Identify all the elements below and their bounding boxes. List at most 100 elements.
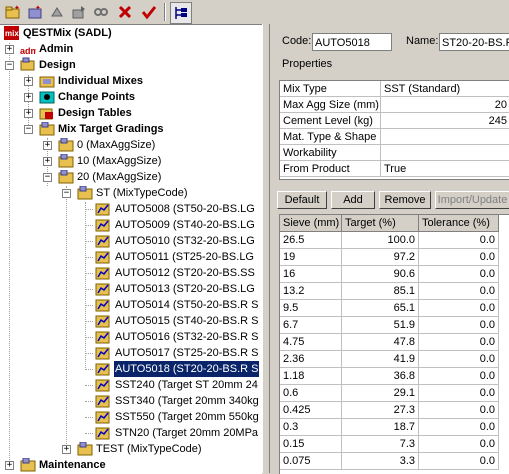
property-value[interactable]: 20 xyxy=(381,97,509,113)
mix-item-label: AUTO5010 (ST32-20-BS.LG xyxy=(115,235,255,247)
grading-cell[interactable]: 0.0 xyxy=(419,317,499,334)
collapse-icon[interactable]: − xyxy=(62,189,71,198)
grading-item-icon xyxy=(95,203,110,216)
toolbar: ✦ ✦ xyxy=(0,0,509,24)
expand-icon[interactable]: + xyxy=(43,157,52,166)
tree-item-label: Admin xyxy=(39,43,74,55)
name-field[interactable]: ST20-20-BS.R xyxy=(439,33,509,51)
grading-cell[interactable]: 18.7 xyxy=(342,419,419,436)
grading-cell[interactable]: 29.1 xyxy=(342,385,419,402)
grading-cell[interactable]: 36.8 xyxy=(342,368,419,385)
grading-grid[interactable]: Sieve (mm) Target (%) Tolerance (%) 26.5 100… xyxy=(279,214,509,474)
grading-cell[interactable]: 27.3 xyxy=(342,402,419,419)
grading-cell[interactable]: 0.0 xyxy=(419,232,499,249)
grading-cell[interactable]: 3.3 xyxy=(342,453,419,470)
delete-icon[interactable] xyxy=(115,2,135,22)
mix-item-label: AUTO5016 (ST32-20-BS.R S xyxy=(115,331,259,343)
grading-cell[interactable]: 41.9 xyxy=(342,351,419,368)
grading-cell[interactable]: 0.0 xyxy=(419,351,499,368)
grading-cell[interactable]: 0.0 xyxy=(419,334,499,351)
expand-icon[interactable]: + xyxy=(24,93,33,102)
grading-cell[interactable]: 0.0 xyxy=(419,453,499,470)
grading-cell[interactable]: 0.6 xyxy=(280,385,342,402)
grading-cell[interactable]: 0.0 xyxy=(419,436,499,453)
tree-item-label: Maintenance xyxy=(39,459,106,471)
grading-cell[interactable]: 51.9 xyxy=(342,317,419,334)
property-value[interactable]: True xyxy=(381,161,509,177)
copy-icon[interactable] xyxy=(47,2,67,22)
grading-cell[interactable]: 16 xyxy=(280,266,342,283)
mix-item-label: AUTO5013 (ST20-20-BS.LG xyxy=(115,283,255,295)
column-header[interactable]: Tolerance (%) xyxy=(419,215,499,232)
property-value[interactable]: 245 xyxy=(381,113,509,129)
mix-item-label: STN20 (Target 20mm 20MPa xyxy=(115,427,259,439)
expand-icon[interactable]: + xyxy=(5,461,14,470)
property-value[interactable]: SST (Standard) xyxy=(381,81,509,97)
new-folder-icon[interactable]: ✦ xyxy=(3,2,23,22)
remove-button[interactable]: Remove xyxy=(379,191,431,209)
grading-cell[interactable]: 47.8 xyxy=(342,334,419,351)
grading-cell[interactable]: 19 xyxy=(280,249,342,266)
mix-item-label: AUTO5012 (ST20-20-BS.SS xyxy=(115,267,255,279)
grading-cell[interactable]: 97.2 xyxy=(342,249,419,266)
expand-icon[interactable]: + xyxy=(62,445,71,454)
property-value[interactable] xyxy=(381,145,509,161)
expand-icon[interactable]: + xyxy=(43,141,52,150)
move-icon[interactable] xyxy=(69,2,89,22)
mix-item-label: AUTO5018 (ST20-20-BS.R S xyxy=(114,361,260,377)
grading-cell[interactable]: 26.5 xyxy=(280,232,342,249)
folder-icon xyxy=(77,442,93,456)
default-button[interactable]: Default xyxy=(277,191,327,209)
column-header[interactable]: Target (%) xyxy=(342,215,419,232)
grading-cell[interactable]: 7.3 xyxy=(342,436,419,453)
collapse-icon[interactable]: − xyxy=(43,173,52,182)
grading-cell[interactable]: 0.0 xyxy=(419,249,499,266)
grading-cell[interactable]: 65.1 xyxy=(342,300,419,317)
property-value[interactable] xyxy=(381,129,509,145)
link-icon[interactable] xyxy=(91,2,111,22)
grading-cell[interactable]: 6.7 xyxy=(280,317,342,334)
grading-item-icon xyxy=(95,251,110,264)
grading-cell[interactable]: 0.0 xyxy=(419,419,499,436)
check-icon[interactable] xyxy=(139,2,159,22)
column-header[interactable]: Sieve (mm) xyxy=(280,215,342,232)
grading-item-icon xyxy=(95,427,110,440)
new-item-icon[interactable]: ✦ xyxy=(25,2,45,22)
grading-cell[interactable]: 2.36 xyxy=(280,351,342,368)
grading-item-icon xyxy=(95,347,110,360)
grading-cell[interactable]: 0.0 xyxy=(419,266,499,283)
tree-view-icon[interactable] xyxy=(170,2,192,24)
grading-item-icon xyxy=(95,331,110,344)
tree-item-label: ST (MixTypeCode) xyxy=(96,187,188,199)
grading-cell[interactable]: 0.0 xyxy=(419,385,499,402)
code-field[interactable]: AUTO5018 xyxy=(312,33,392,51)
grading-cell[interactable]: 0.0 xyxy=(419,368,499,385)
grading-cell[interactable]: 13.2 xyxy=(280,283,342,300)
grading-cell[interactable]: 0.0 xyxy=(419,283,499,300)
grading-cell[interactable]: 90.6 xyxy=(342,266,419,283)
import-update-button[interactable]: Import/Update xyxy=(435,191,509,209)
expand-icon[interactable]: + xyxy=(24,77,33,86)
splitter[interactable] xyxy=(262,24,270,473)
code-label: Code: xyxy=(282,35,312,47)
collapse-icon[interactable]: − xyxy=(5,61,14,70)
add-button[interactable]: Add xyxy=(331,191,375,209)
navigation-tree[interactable]: mix QESTMix (SADL) + adm Admin − Design … xyxy=(0,24,262,474)
grading-cell[interactable]: 9.5 xyxy=(280,300,342,317)
grading-cell[interactable]: 0.3 xyxy=(280,419,342,436)
grading-cell[interactable]: 0.15 xyxy=(280,436,342,453)
grading-cell[interactable]: 0.0 xyxy=(419,402,499,419)
grading-cell[interactable]: 0.075 xyxy=(280,453,342,470)
expand-icon[interactable]: + xyxy=(24,109,33,118)
grading-cell[interactable]: 0.425 xyxy=(280,402,342,419)
grading-cell[interactable]: 1.18 xyxy=(280,368,342,385)
grading-cell[interactable]: 100.0 xyxy=(342,232,419,249)
mix-item-label: AUTO5017 (ST25-20-BS.R S xyxy=(115,347,259,359)
grading-cell[interactable]: 4.75 xyxy=(280,334,342,351)
collapse-icon[interactable]: − xyxy=(24,125,33,134)
expand-icon[interactable]: + xyxy=(5,45,14,54)
grading-cell[interactable]: 0.0 xyxy=(419,300,499,317)
grading-cell[interactable]: 85.1 xyxy=(342,283,419,300)
properties-grid[interactable]: Mix Type SST (Standard) Max Agg Size (mm) 2… xyxy=(279,80,509,180)
property-name: From Product xyxy=(280,161,381,177)
